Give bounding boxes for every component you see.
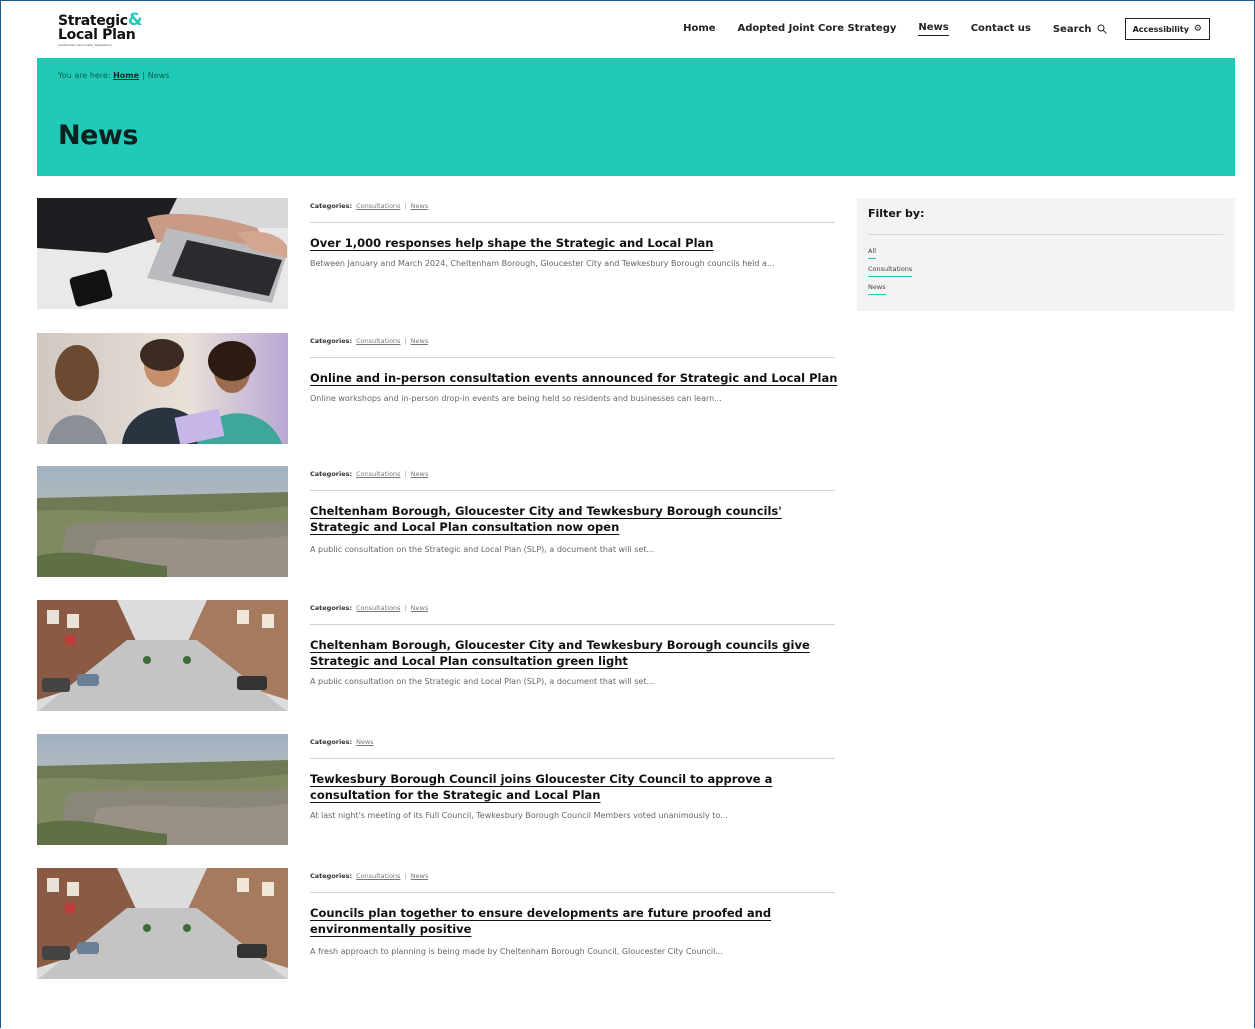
category-link-consultations[interactable]: Consultations (356, 470, 400, 478)
category-link-consultations[interactable]: Consultations (356, 604, 400, 612)
article-title-link[interactable]: Online and in-person consultation events… (310, 370, 838, 386)
article-categories: Categories: Consultations | News (310, 604, 835, 612)
aerial-town-photo (37, 734, 288, 845)
breadcrumb-home-link[interactable]: Home (113, 71, 139, 80)
breadcrumb-separator: | (142, 71, 145, 80)
category-link-news[interactable]: News (356, 738, 374, 746)
article-categories: Categories: News (310, 738, 835, 746)
divider (868, 234, 1223, 235)
category-link-news[interactable]: News (411, 604, 429, 612)
divider (310, 357, 835, 358)
search-button[interactable]: Search (1053, 24, 1107, 35)
article-thumbnail[interactable] (37, 734, 288, 845)
article-excerpt: At last night's meeting of its Full Coun… (310, 811, 728, 820)
article-thumbnail[interactable] (37, 466, 288, 577)
page-hero: You are here: Home | News News (37, 58, 1235, 176)
news-article: Categories: News Tewkesbury Borough Counc… (37, 734, 837, 846)
divider (310, 892, 835, 893)
search-icon (1097, 24, 1107, 34)
breadcrumb-current: News (147, 71, 170, 80)
article-title: Cheltenham Borough, Gloucester City and … (310, 504, 782, 534)
page-frame: Strategic& Local Plan Cheltenham Glouces… (0, 0, 1255, 1028)
breadcrumb-prefix: You are here: (58, 71, 111, 80)
site-logo[interactable]: Strategic& Local Plan Cheltenham Glouces… (58, 12, 178, 54)
news-article: Categories: Consultations | News Councils p… (37, 868, 837, 980)
nav-news[interactable]: News (918, 22, 949, 36)
divider (310, 222, 835, 223)
article-categories: Categories: Consultations | News (310, 470, 835, 478)
article-excerpt: A fresh approach to planning is being ma… (310, 947, 723, 956)
article-categories: Categories: Consultations | News (310, 202, 835, 210)
nav-home[interactable]: Home (683, 23, 715, 36)
article-title-link[interactable]: Tewkesbury Borough Council joins Glouces… (310, 771, 838, 803)
accessibility-label: Accessibility (1132, 24, 1189, 34)
category-link-news[interactable]: News (411, 470, 429, 478)
article-thumbnail[interactable] (37, 868, 288, 979)
nav-adopted-joint-core-strategy[interactable]: Adopted Joint Core Strategy (738, 23, 897, 36)
logo-line2: Local Plan (58, 27, 136, 43)
divider (310, 624, 835, 625)
article-excerpt: A public consultation on the Strategic a… (310, 545, 655, 554)
article-title: Over 1,000 responses help shape the Stra… (310, 236, 714, 250)
news-article: Categories: Consultations | News Cheltenham… (37, 466, 837, 578)
accessibility-button[interactable]: Accessibility ⚙ (1124, 18, 1210, 40)
categories-label: Categories: (310, 738, 353, 746)
logo-tagline: Cheltenham Gloucester Tewkesbury (58, 43, 112, 47)
gear-icon: ⚙ (1193, 24, 1202, 34)
news-article: Categories: Consultations | News Over 1,000… (37, 198, 837, 310)
article-title-link[interactable]: Over 1,000 responses help shape the Stra… (310, 235, 838, 251)
nav-contact-us[interactable]: Contact us (971, 23, 1031, 36)
article-excerpt: A public consultation on the Strategic a… (310, 677, 655, 686)
filter-option-consultations[interactable]: Consultations (868, 265, 913, 277)
categories-label: Categories: (310, 872, 353, 880)
article-title-link[interactable]: Councils plan together to ensure develop… (310, 905, 838, 937)
site-header: Strategic& Local Plan Cheltenham Glouces… (1, 1, 1254, 58)
article-excerpt: Online workshops and in-person drop-in e… (310, 394, 722, 403)
page-title: News (58, 120, 138, 151)
aerial-town-photo (37, 466, 288, 577)
filter-title: Filter by: (868, 207, 925, 220)
article-excerpt: Between January and March 2024, Cheltenh… (310, 259, 775, 268)
article-title-link[interactable]: Cheltenham Borough, Gloucester City and … (310, 503, 838, 535)
category-separator: | (404, 872, 407, 880)
categories-label: Categories: (310, 202, 353, 210)
divider (310, 490, 835, 491)
category-link-consultations[interactable]: Consultations (356, 202, 400, 210)
filter-option-all[interactable]: All (868, 247, 877, 259)
article-categories: Categories: Consultations | News (310, 872, 835, 880)
breadcrumb: You are here: Home | News (58, 71, 169, 80)
article-title: Online and in-person consultation events… (310, 371, 838, 385)
category-link-consultations[interactable]: Consultations (356, 872, 400, 880)
high-street-photo (37, 868, 288, 979)
people-photo (37, 333, 288, 444)
search-label: Search (1052, 23, 1092, 35)
divider (310, 758, 835, 759)
category-separator: | (404, 604, 407, 612)
category-link-consultations[interactable]: Consultations (356, 337, 400, 345)
article-title: Tewkesbury Borough Council joins Glouces… (310, 772, 773, 802)
category-separator: | (404, 470, 407, 478)
news-article: Categories: Consultations | News Cheltenham… (37, 600, 837, 712)
category-separator: | (404, 202, 407, 210)
article-title: Councils plan together to ensure develop… (310, 906, 772, 936)
category-link-news[interactable]: News (411, 202, 429, 210)
news-article: Categories: Consultations | News Online and… (37, 333, 837, 445)
filter-option-news[interactable]: News (868, 283, 886, 295)
laptop-photo (37, 198, 288, 309)
category-link-news[interactable]: News (411, 337, 429, 345)
article-thumbnail[interactable] (37, 600, 288, 711)
category-link-news[interactable]: News (411, 872, 429, 880)
main-nav: Home Adopted Joint Core Strategy News Co… (661, 18, 1210, 40)
high-street-photo (37, 600, 288, 711)
article-thumbnail[interactable] (37, 198, 288, 309)
article-categories: Categories: Consultations | News (310, 337, 835, 345)
article-title-link[interactable]: Cheltenham Borough, Gloucester City and … (310, 637, 838, 669)
categories-label: Categories: (310, 337, 353, 345)
article-title: Cheltenham Borough, Gloucester City and … (310, 638, 810, 668)
categories-label: Categories: (310, 604, 353, 612)
category-separator: | (404, 337, 407, 345)
filter-panel: Filter by: All Consultations News (857, 198, 1235, 311)
categories-label: Categories: (310, 470, 353, 478)
article-thumbnail[interactable] (37, 333, 288, 444)
